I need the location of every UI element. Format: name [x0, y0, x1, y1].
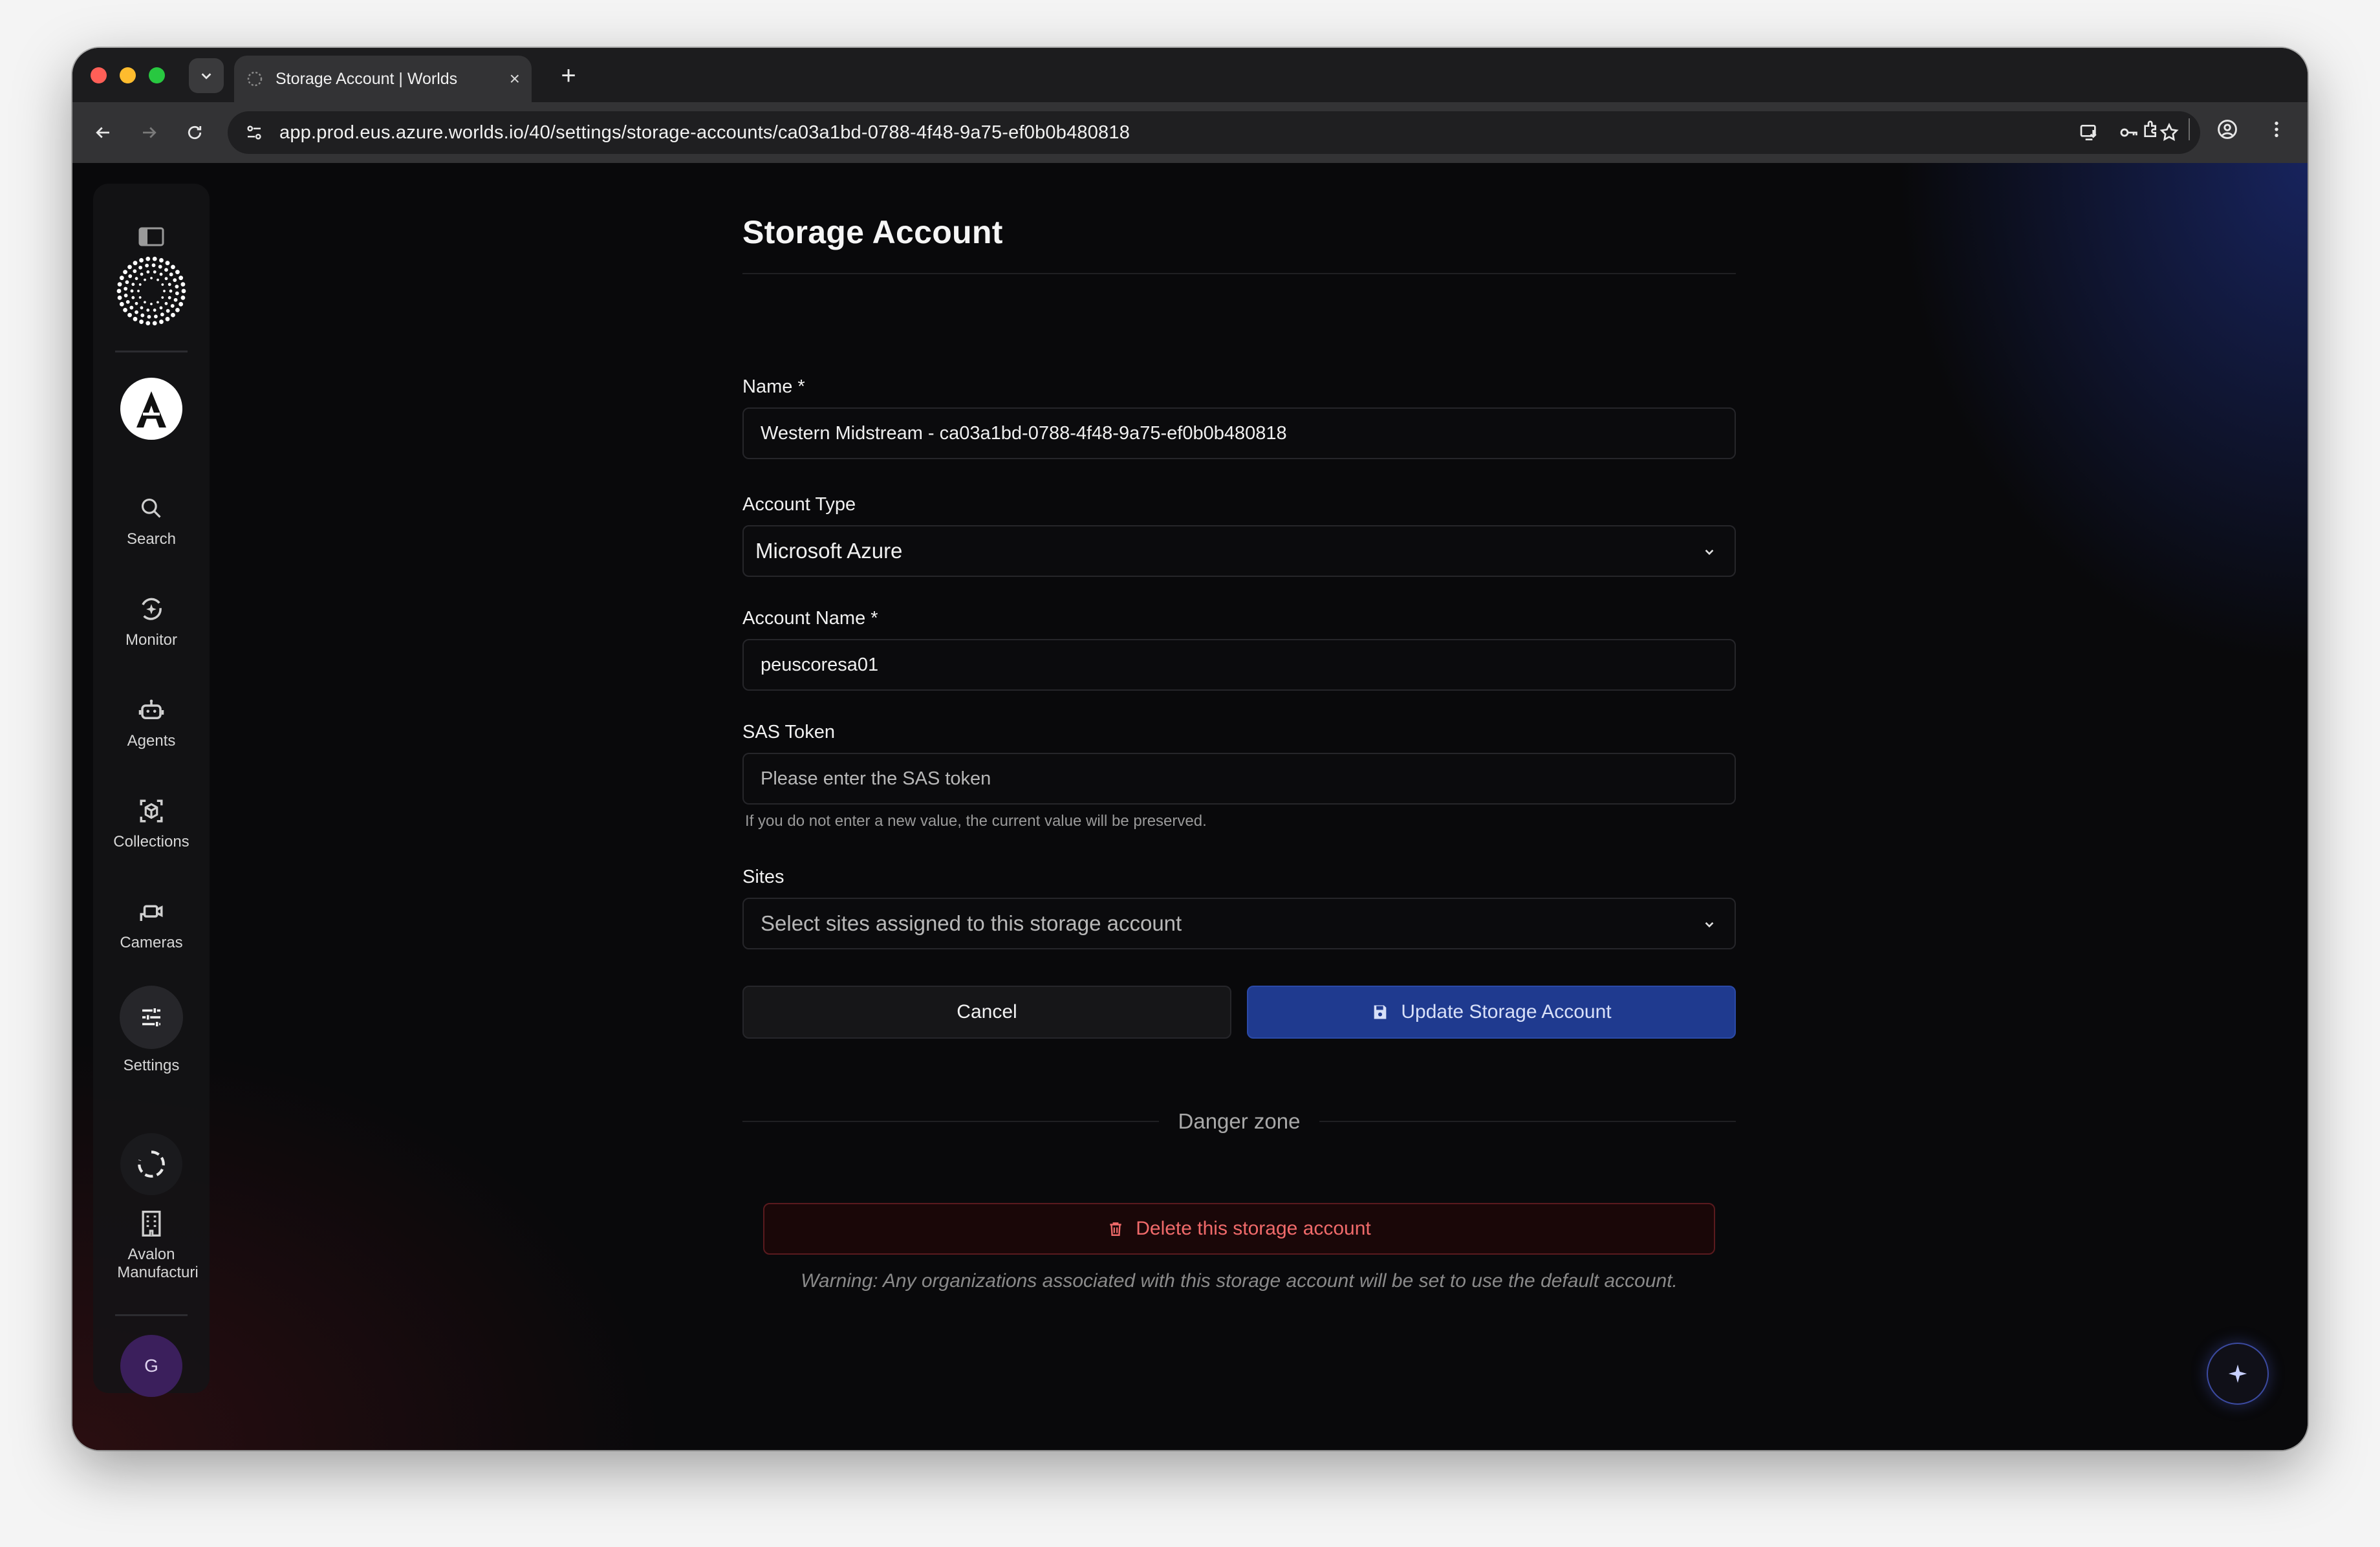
- sas-token-input[interactable]: Please enter the SAS token: [742, 753, 1736, 805]
- extensions-puzzle-icon[interactable]: [2139, 118, 2163, 141]
- name-input[interactable]: Western Midstream - ca03a1bd-0788-4f48-9…: [742, 407, 1736, 459]
- sidebar-divider: [115, 351, 188, 352]
- account-type-label: Account Type: [742, 494, 856, 515]
- profile-icon[interactable]: [2216, 118, 2239, 141]
- sidebar-item-label: Monitor: [125, 631, 178, 649]
- tab-search-button[interactable]: [189, 58, 224, 93]
- browser-menu-icon[interactable]: [2265, 118, 2288, 141]
- close-window-button[interactable]: [91, 67, 107, 83]
- new-tab-button[interactable]: +: [551, 58, 586, 93]
- account-name-input[interactable]: peuscoresa01: [742, 639, 1736, 691]
- loading-circle-icon: [138, 1151, 165, 1178]
- danger-zone-separator: Danger zone: [742, 1107, 1736, 1136]
- tab-title: Storage Account | Worlds: [276, 69, 458, 88]
- forward-button[interactable]: [135, 118, 164, 147]
- site-settings-icon[interactable]: [244, 123, 264, 142]
- sites-placeholder: Select sites assigned to this storage ac…: [761, 911, 1182, 935]
- site-switcher-button[interactable]: [120, 1133, 182, 1195]
- worlds-logo[interactable]: [115, 255, 188, 327]
- sidebar: Search Monitor Agents Collections Camera…: [93, 184, 210, 1397]
- sidebar-item-monitor[interactable]: Monitor: [93, 595, 210, 649]
- sidebar-item-search[interactable]: Search: [93, 494, 210, 548]
- sidebar-item-collections[interactable]: Collections: [93, 797, 210, 851]
- delete-storage-account-button[interactable]: Delete this storage account: [763, 1203, 1715, 1255]
- sites-label: Sites: [742, 867, 784, 887]
- toolbar-divider: [2189, 118, 2190, 140]
- browser-toolbar: app.prod.eus.azure.worlds.io/40/settings…: [72, 102, 2308, 163]
- sidebar-item-cameras[interactable]: Cameras: [93, 898, 210, 952]
- sidebar-toggle-icon[interactable]: [138, 226, 164, 247]
- chevron-down-icon: [1705, 549, 1714, 556]
- monitor-icon: [137, 595, 166, 623]
- update-storage-account-button[interactable]: Update Storage Account: [1247, 986, 1736, 1039]
- title-divider: [742, 273, 1736, 274]
- minimize-window-button[interactable]: [120, 67, 136, 83]
- save-icon: [1374, 1005, 1387, 1019]
- cube-icon: [137, 797, 166, 825]
- window-controls: [91, 67, 165, 83]
- org-logo[interactable]: [120, 378, 182, 440]
- sites-select[interactable]: Select sites assigned to this storage ac…: [742, 898, 1736, 949]
- delete-label: Delete this storage account: [1136, 1218, 1371, 1239]
- name-label: Name *: [742, 376, 805, 397]
- active-tab[interactable]: Storage Account | Worlds ×: [234, 56, 532, 102]
- cancel-button[interactable]: Cancel: [742, 986, 1231, 1039]
- sliders-icon: [120, 986, 183, 1049]
- page-viewport: Search Monitor Agents Collections Camera…: [72, 163, 2308, 1450]
- site-label-line2: Manufacturi: [117, 1264, 199, 1281]
- sidebar-item-label: Collections: [113, 833, 189, 850]
- account-name-label: Account Name *: [742, 608, 878, 629]
- password-key-icon[interactable]: [2117, 121, 2141, 144]
- tab-loading-icon: [247, 71, 263, 87]
- trash-icon: [1110, 1222, 1121, 1236]
- browser-window: Storage Account | Worlds × + app.prod.eu…: [72, 48, 2308, 1450]
- install-app-icon[interactable]: [2077, 121, 2101, 144]
- update-label: Update Storage Account: [1401, 1001, 1612, 1022]
- danger-divider-right: [1319, 1121, 1736, 1122]
- user-avatar[interactable]: G: [120, 1335, 182, 1397]
- sidebar-item-label: Cameras: [120, 934, 183, 951]
- back-button[interactable]: [88, 118, 118, 147]
- arrow-left-icon: [96, 127, 109, 138]
- reload-icon: [188, 125, 202, 140]
- site-label-line1: Avalon: [127, 1246, 175, 1263]
- reload-button[interactable]: [180, 118, 210, 147]
- close-tab-icon[interactable]: ×: [510, 69, 520, 89]
- sidebar-item-agents[interactable]: Agents: [93, 696, 210, 750]
- sas-token-hint: If you do not enter a new value, the cur…: [745, 812, 1207, 830]
- sidebar-item-label: Settings: [123, 1057, 180, 1074]
- delete-warning-text: Warning: Any organizations associated wi…: [801, 1270, 1678, 1292]
- sidebar-item-site[interactable]: Avalon Manufacturi: [93, 1209, 210, 1282]
- sidebar-item-settings[interactable]: Settings: [93, 986, 210, 1075]
- page-title: Storage Account: [742, 214, 1003, 250]
- sidebar-item-label: Agents: [127, 732, 176, 750]
- ai-assistant-button[interactable]: [2207, 1343, 2269, 1405]
- maximize-window-button[interactable]: [149, 67, 165, 83]
- sas-token-label: SAS Token: [742, 722, 835, 742]
- arrow-right-icon: [143, 127, 157, 138]
- account-type-select[interactable]: Microsoft Azure: [742, 525, 1736, 577]
- sparkle-icon: [2228, 1364, 2247, 1383]
- chevron-down-icon: [201, 73, 211, 80]
- search-icon: [137, 494, 166, 523]
- sidebar-item-label: Search: [126, 530, 177, 548]
- building-icon: [137, 1209, 166, 1238]
- address-bar[interactable]: app.prod.eus.azure.worlds.io/40/settings…: [228, 111, 2200, 154]
- url-text: app.prod.eus.azure.worlds.io/40/settings…: [279, 122, 1130, 143]
- robot-icon: [137, 696, 166, 724]
- danger-zone-heading: Danger zone: [1178, 1109, 1301, 1133]
- danger-divider-left: [742, 1121, 1159, 1122]
- sidebar-divider: [115, 1314, 188, 1316]
- tab-bar: Storage Account | Worlds × +: [72, 48, 2308, 102]
- org-letter-logo: [136, 391, 166, 427]
- chevron-down-icon: [1705, 922, 1714, 928]
- cancel-label: Cancel: [957, 1001, 1017, 1022]
- camera-icon: [137, 898, 166, 926]
- account-type-value: Microsoft Azure: [755, 539, 903, 563]
